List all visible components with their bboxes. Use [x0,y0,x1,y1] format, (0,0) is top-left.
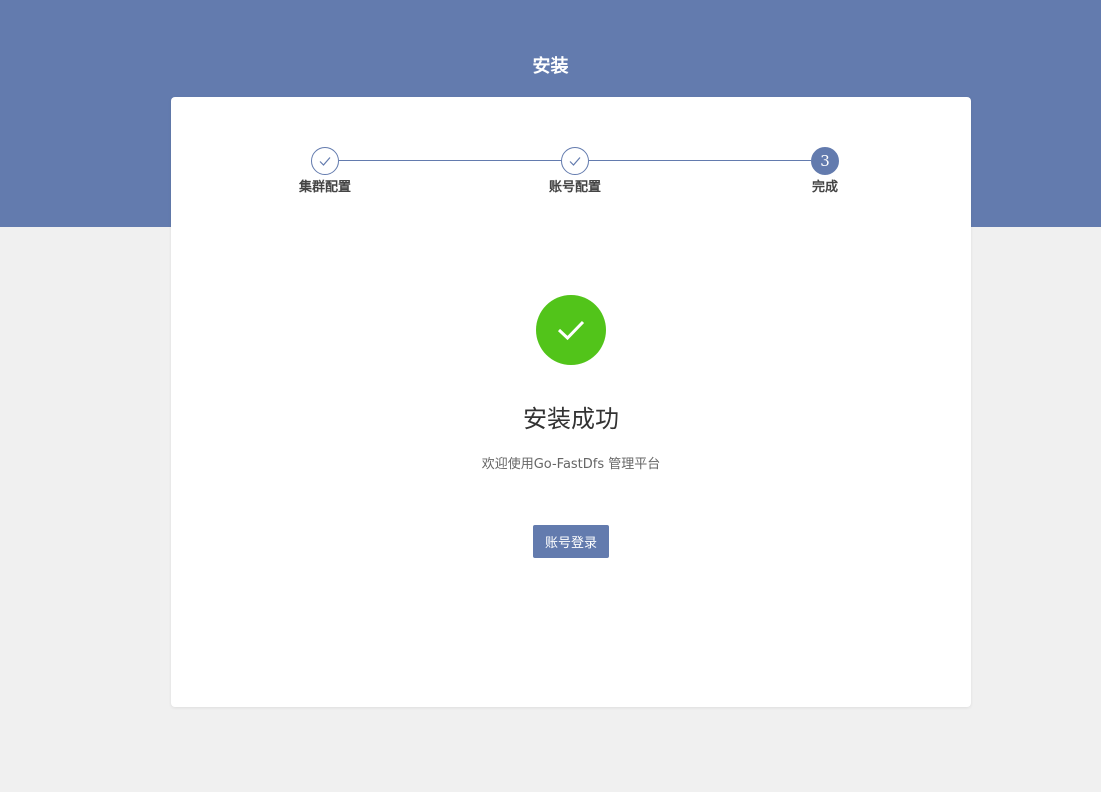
step-1-circle [311,147,339,175]
step-1-label: 集群配置 [298,180,351,195]
result-subtitle: 欢迎使用Go-FastDfs 管理平台 [481,457,661,472]
step-connector [339,160,561,161]
login-button[interactable]: 账号登录 [533,525,609,558]
result-title: 安装成功 [523,405,619,433]
check-icon [569,157,581,166]
steps-progress: 集群配置 账号配置 3 完成 [171,97,971,217]
step-connector [589,160,811,161]
page-title: 安装 [532,56,569,77]
check-icon [557,320,585,341]
step-3-circle: 3 [811,147,839,175]
install-card: 集群配置 账号配置 3 完成 安装成功 欢迎使用Go-FastDfs 管理平台 … [171,97,971,707]
success-icon [536,295,606,365]
step-2-circle [561,147,589,175]
step-2-label: 账号配置 [548,180,601,195]
check-icon [319,157,331,166]
step-3-label: 完成 [811,180,838,195]
